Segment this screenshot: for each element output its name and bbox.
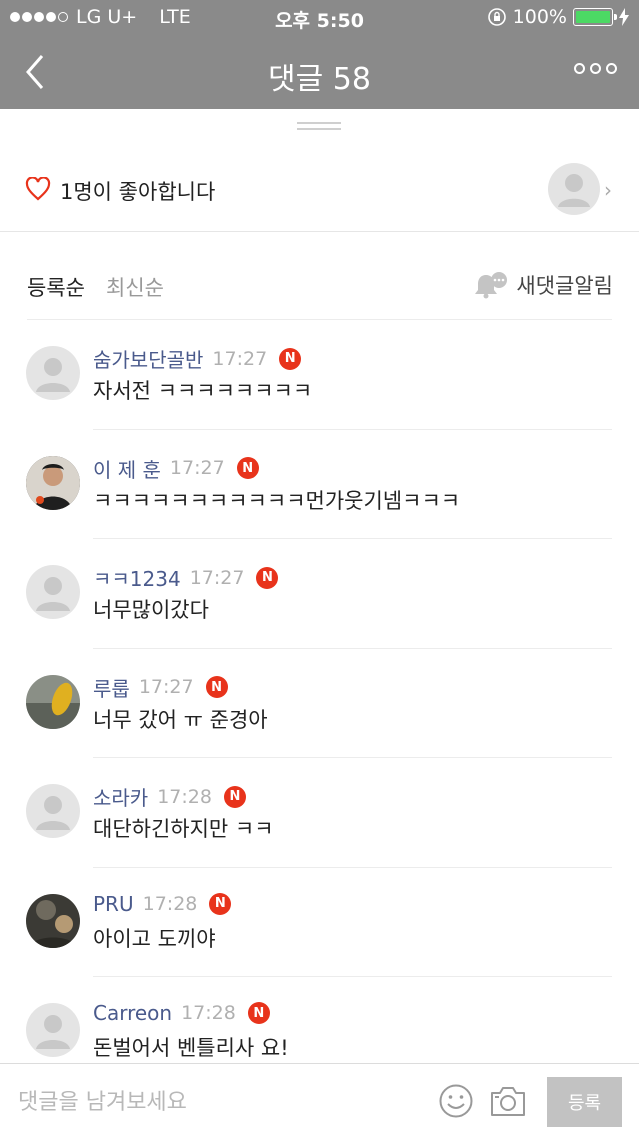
sort-bar: 등록순 최신순 새댓글알림 [0,260,639,320]
comment-time: 17:27 [138,676,194,698]
comment-nickname[interactable]: 이 제 훈 [93,454,161,483]
comment-nickname[interactable]: 소라카 [93,782,148,811]
comment-text: ㅋㅋㅋㅋㅋㅋㅋㅋㅋㅋㅋ먼가웃기넴ㅋㅋㅋ [93,488,461,513]
charging-icon [619,8,629,26]
drag-handle[interactable] [297,122,341,130]
heart-icon[interactable] [25,177,51,201]
notify-label: 새댓글알림 [516,274,613,298]
comment-item: 소라카 17:28 N 대단하긴하지만 ㅋㅋ [0,758,639,868]
tab-registered-order[interactable]: 등록순 [27,272,85,302]
avatar[interactable] [26,565,80,619]
new-badge: N [279,347,302,370]
comment-nickname[interactable]: 숨가보단골반 [93,344,203,373]
comment-nickname[interactable]: PRU [93,892,134,916]
comment-item: 루룹 17:27 N 너무 갔어 ㅠ 준경아 [0,649,639,758]
comment-item: 이 제 훈 17:27 N ㅋㅋㅋㅋㅋㅋㅋㅋㅋㅋㅋ먼가웃기넴ㅋㅋㅋ [0,430,639,539]
new-badge: N [256,566,279,589]
comment-input-bar: 등록 [0,1063,639,1138]
avatar[interactable] [548,163,600,215]
new-badge: N [223,785,246,808]
comment-nickname[interactable]: 루룹 [93,673,130,702]
comment-time: 17:27 [212,347,268,370]
avatar[interactable] [26,893,80,948]
comment-time: 17:27 [169,457,225,479]
camera-icon[interactable] [489,1084,527,1118]
comment-text: 아이고 도끼야 [93,926,216,951]
chevron-right-icon: › [604,178,612,202]
status-bar: LG U+ LTE 오후 5:50 100% [0,0,639,36]
comment-nickname[interactable]: Carreon [93,1001,172,1025]
avatar[interactable] [26,346,80,400]
emoji-icon[interactable] [438,1083,474,1119]
battery-percent: 100% [512,6,567,28]
avatar[interactable] [26,784,80,838]
bell-icon [475,272,508,299]
comment-item: PRU 17:28 N 아이고 도끼야 [0,868,639,977]
submit-button[interactable]: 등록 [547,1077,622,1127]
comment-text: 돈벌어서 벤틀리사 요! [93,1036,289,1060]
likes-row[interactable]: 1명이 좋아합니다 › [0,150,639,232]
header: 댓글 58 [0,36,639,109]
more-icon[interactable] [574,63,617,74]
comment-time: 17:28 [142,892,198,915]
likes-count: 1명이 좋아합니다 [60,180,216,204]
page-title: 댓글 58 [268,62,371,97]
avatar[interactable] [26,1003,80,1057]
new-badge: N [209,892,232,915]
comment-nickname[interactable]: ㅋㅋ1234 [93,563,181,592]
new-badge: N [236,457,259,479]
comment-text: 너무많이갔다 [93,598,209,622]
avatar[interactable] [26,455,80,510]
comment-time: 17:28 [157,785,212,808]
comment-time: 17:27 [189,566,245,589]
new-badge: N [205,676,228,698]
comment-text: 너무 갔어 ㅠ 준경아 [93,707,268,732]
new-badge: N [247,1002,270,1024]
tab-latest[interactable]: 최신순 [106,272,164,302]
battery-icon [573,8,617,26]
avatar[interactable] [26,674,80,729]
comment-time: 17:28 [181,1002,236,1024]
comment-text: 자서전 ㅋㅋㅋㅋㅋㅋㅋㅋ [93,379,313,403]
rotation-lock-icon [487,8,506,26]
comment-text: 대단하긴하지만 ㅋㅋ [93,817,274,841]
comment-item: 숨가보단골반 17:27 N 자서전 ㅋㅋㅋㅋㅋㅋㅋㅋ [0,320,639,430]
new-comment-notify-button[interactable]: 새댓글알림 [474,270,613,300]
comment-input[interactable] [18,1082,418,1122]
comment-item: ㅋㅋ1234 17:27 N 너무많이갔다 [0,539,639,649]
comment-list: 숨가보단골반 17:27 N 자서전 ㅋㅋㅋㅋㅋㅋㅋㅋ 이 제 훈 17:27 … [0,320,639,1087]
